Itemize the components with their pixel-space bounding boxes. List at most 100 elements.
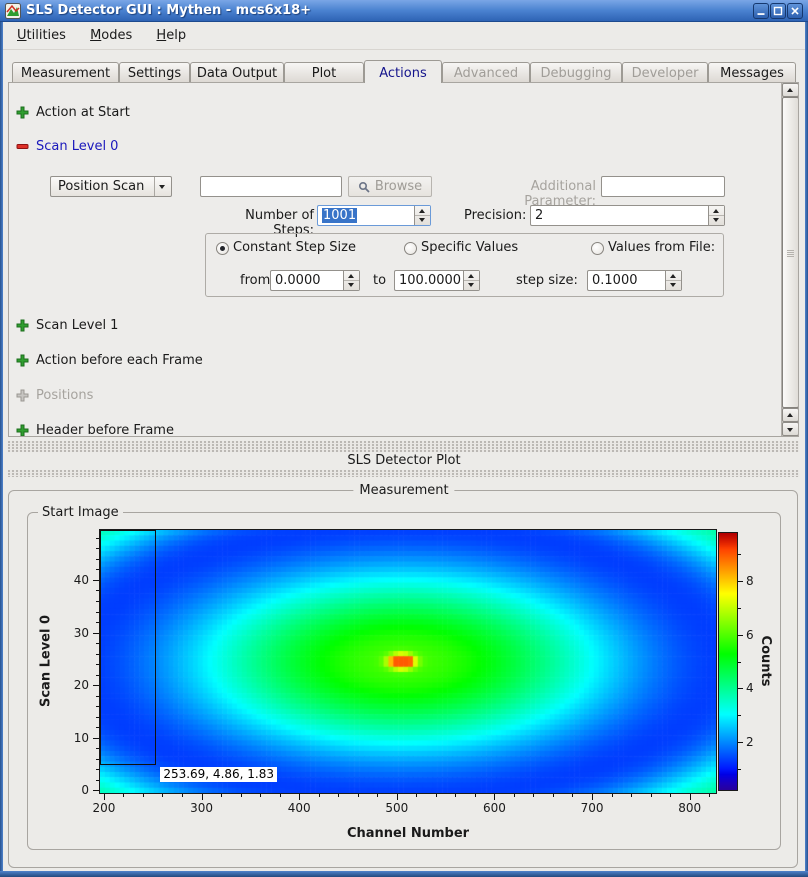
chevron-down-icon — [159, 185, 165, 189]
spin-down-button[interactable] — [713, 218, 719, 222]
plus-icon — [16, 424, 29, 437]
start-image-group-title: Start Image — [38, 505, 123, 520]
spin-down-button[interactable] — [468, 283, 474, 287]
action-row-label: Action before each Frame — [36, 353, 203, 368]
menu-modes[interactable]: Modes — [80, 22, 142, 48]
browse-label: Browse — [375, 179, 422, 194]
vertical-scrollbar[interactable] — [781, 83, 798, 436]
spin-buttons — [463, 271, 479, 290]
heatmap-canvas[interactable] — [99, 529, 717, 794]
spin-buttons — [665, 271, 681, 290]
browse-button: Browse — [348, 176, 432, 197]
expander-action-before-each-frame[interactable]: Action before each Frame — [16, 352, 203, 369]
minimize-button[interactable] — [753, 3, 769, 19]
to-value: 100.0000 — [399, 273, 461, 288]
to-label: to — [373, 273, 386, 289]
radio-label: Values from File: — [608, 240, 715, 256]
spin-up-button[interactable] — [419, 209, 425, 213]
maximize-icon — [771, 4, 785, 18]
tab-advanced: Advanced — [442, 62, 530, 82]
magnifier-icon — [358, 181, 370, 193]
radio-values-from-file[interactable] — [591, 242, 604, 255]
spin-buttons — [414, 206, 430, 225]
tab-plot[interactable]: Plot — [284, 62, 364, 82]
spin-up-button[interactable] — [713, 209, 719, 213]
minimize-icon — [754, 4, 768, 18]
spin-up-button[interactable] — [468, 274, 474, 278]
dock-title: SLS Detector Plot — [0, 453, 808, 468]
spin-up-button[interactable] — [348, 274, 354, 278]
measurement-group-title: Measurement — [353, 483, 454, 498]
number-of-steps-spinbox[interactable]: 1001 — [317, 205, 431, 226]
to-spinbox[interactable]: 100.0000 — [394, 270, 480, 291]
tab-measurement[interactable]: Measurement — [12, 62, 119, 82]
window-title: SLS Detector GUI : Mythen - mcs6x18+ — [26, 3, 311, 18]
action-row-label: Action at Start — [36, 105, 130, 120]
menu-help[interactable]: Help — [146, 22, 196, 48]
tab-bar: Measurement Settings Data Output Plot Ac… — [0, 60, 808, 83]
radio-specific-values[interactable] — [404, 242, 417, 255]
action-row-label: Positions — [36, 388, 93, 403]
plus-icon — [16, 319, 29, 332]
action-row-label: Scan Level 0 — [36, 139, 118, 154]
precision-value: 2 — [535, 208, 543, 223]
step-size-spinbox[interactable]: 0.1000 — [587, 270, 682, 291]
tab-data-output[interactable]: Data Output — [190, 62, 284, 82]
tab-debugging: Debugging — [530, 62, 622, 82]
from-spinbox[interactable]: 0.0000 — [270, 270, 360, 291]
dock-splitter-handle[interactable] — [8, 441, 799, 452]
expander-scan-level-1[interactable]: Scan Level 1 — [16, 317, 118, 334]
plus-icon — [16, 354, 29, 367]
titlebar[interactable]: SLS Detector GUI : Mythen - mcs6x18+ — [0, 0, 808, 22]
additional-parameter-input[interactable] — [601, 176, 725, 197]
maximize-button[interactable] — [770, 3, 786, 19]
triangle-up-icon — [787, 88, 793, 92]
window-border — [0, 22, 3, 877]
spin-down-button[interactable] — [348, 283, 354, 287]
menu-utilities[interactable]: Utilities — [7, 22, 76, 48]
expander-scan-level-0[interactable]: Scan Level 0 — [16, 138, 118, 155]
tab-actions[interactable]: Actions — [364, 60, 442, 83]
expander-positions: Positions — [16, 387, 93, 404]
action-row-label: Scan Level 1 — [36, 318, 118, 333]
step-size-value: 0.1000 — [592, 273, 638, 288]
step-mode-groupbox: Constant Step Size Specific Values Value… — [205, 233, 724, 297]
menubar: Utilities Modes Help — [3, 22, 805, 50]
dock-splitter-handle[interactable] — [8, 470, 799, 477]
colorbar-title: Counts — [758, 636, 773, 687]
spin-up-button[interactable] — [670, 274, 676, 278]
action-row-label: Header before Frame — [36, 423, 174, 437]
expander-action-at-start[interactable]: Action at Start — [16, 104, 130, 121]
y-axis-title: Scan Level 0 — [39, 615, 54, 707]
spin-down-button[interactable] — [419, 218, 425, 222]
combo-dropdown-button[interactable] — [154, 177, 171, 196]
scroll-up-button-bottom[interactable] — [782, 408, 799, 422]
spin-buttons — [708, 206, 724, 225]
precision-spinbox[interactable]: 2 — [530, 205, 725, 226]
app-icon — [5, 3, 21, 19]
precision-label: Precision: — [464, 208, 524, 223]
scan-mode-combobox[interactable]: Position Scan — [50, 176, 172, 197]
spin-down-button[interactable] — [670, 283, 676, 287]
zoom-selection-rect — [100, 530, 156, 765]
scroll-up-button[interactable] — [782, 83, 799, 97]
expander-header-before-frame[interactable]: Header before Frame — [16, 422, 174, 437]
scan-mode-value: Position Scan — [58, 179, 144, 194]
cursor-position-readout: 253.69, 4.86, 1.83 — [160, 767, 277, 782]
minus-icon — [16, 140, 29, 153]
from-label: from — [240, 273, 270, 289]
plus-icon — [16, 389, 29, 402]
tab-messages[interactable]: Messages — [708, 62, 796, 82]
window-border — [0, 871, 808, 877]
close-button[interactable] — [787, 3, 803, 19]
number-of-steps-value: 1001 — [322, 208, 357, 223]
tab-developer: Developer — [622, 62, 708, 82]
scroll-down-button[interactable] — [782, 422, 799, 436]
scan-file-input[interactable] — [200, 176, 342, 197]
colorbar — [718, 532, 738, 791]
triangle-up-icon — [787, 413, 793, 417]
spin-buttons — [343, 271, 359, 290]
scroll-thumb[interactable] — [782, 97, 799, 408]
tab-settings[interactable]: Settings — [119, 62, 190, 82]
radio-constant-step-size[interactable] — [216, 242, 229, 255]
